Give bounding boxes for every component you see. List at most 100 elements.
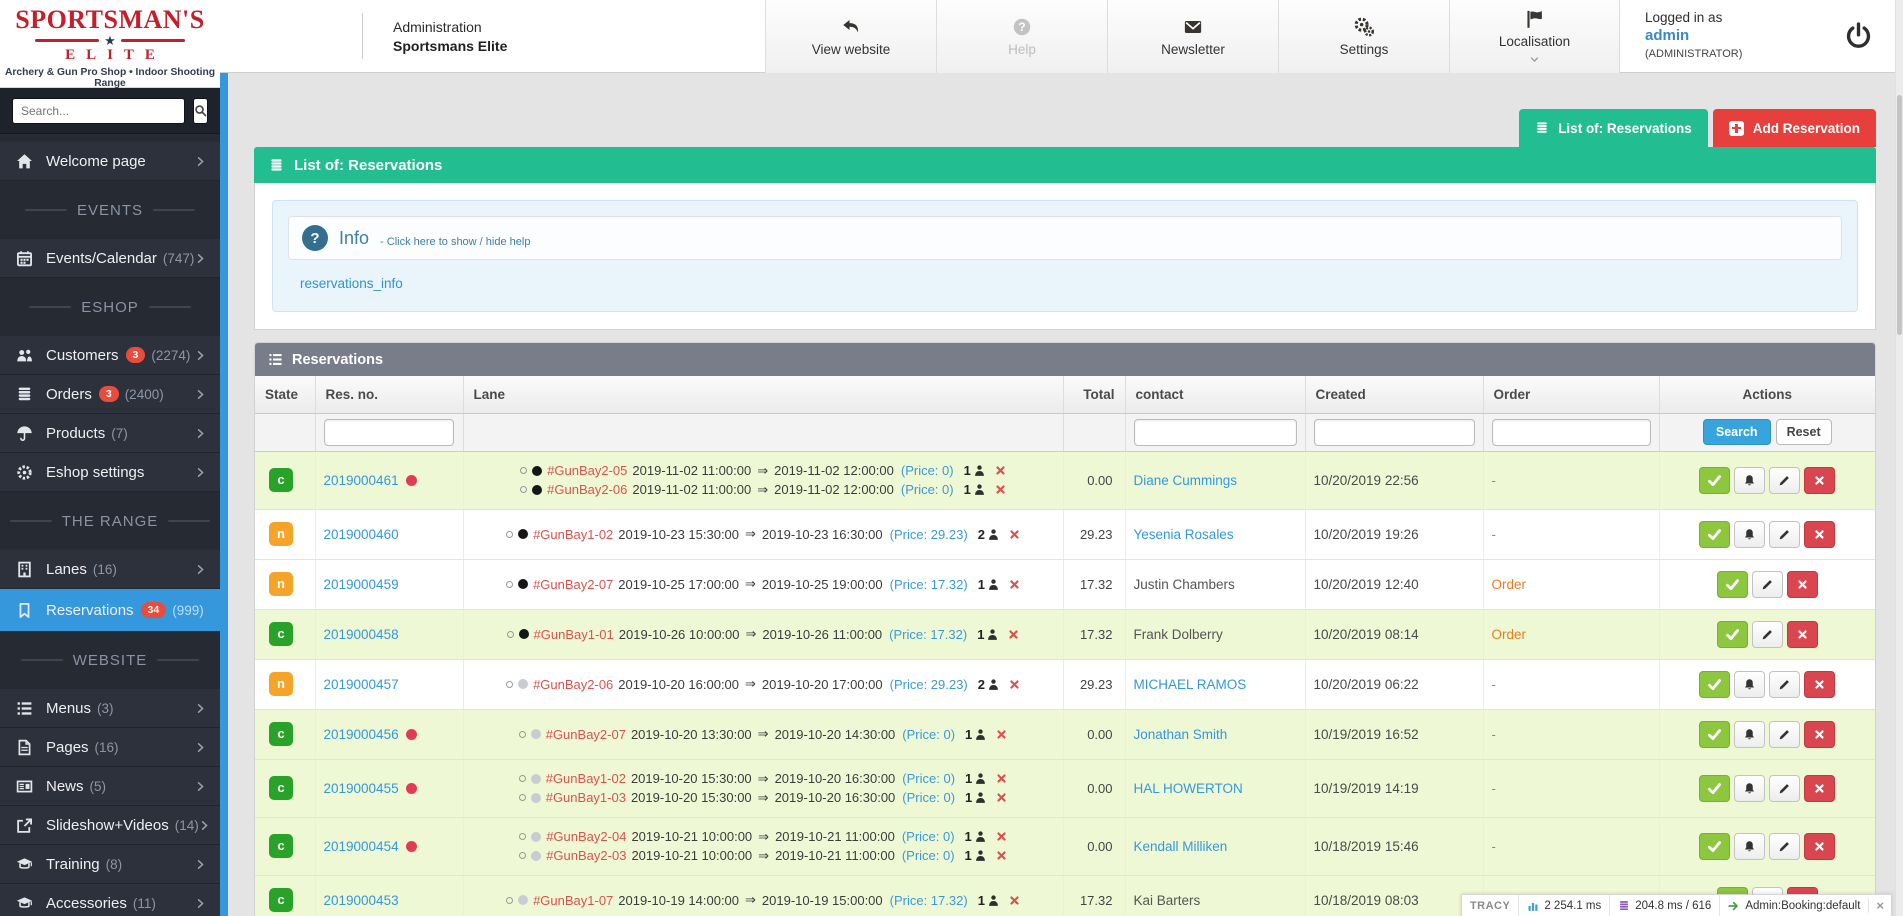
notify-button[interactable]	[1734, 832, 1766, 860]
lane-link[interactable]: #GunBay2-04	[546, 829, 626, 844]
sidebar-item-pages[interactable]: Pages (16)	[0, 728, 220, 767]
edit-button[interactable]	[1769, 720, 1801, 748]
price-link[interactable]: (Price: 29.23)	[890, 527, 968, 542]
approve-button[interactable]	[1699, 670, 1731, 698]
info-help-toggle[interactable]: ? Info - Click here to show / hide help	[288, 216, 1842, 260]
nav-view-website-button[interactable]: View website	[765, 0, 936, 73]
contact-link[interactable]: Jonathan Smith	[1134, 727, 1228, 742]
delete-button[interactable]	[1804, 774, 1836, 802]
filter-created-input[interactable]	[1313, 418, 1475, 446]
notify-button[interactable]	[1734, 774, 1766, 802]
reservation-link[interactable]: 2019000459	[324, 577, 399, 592]
reservation-link[interactable]: 2019000457	[324, 677, 399, 692]
remove-lane-icon[interactable]	[996, 850, 1007, 861]
sidebar-item-welcome-page[interactable]: Welcome page	[0, 142, 220, 181]
lane-link[interactable]: #GunBay1-03	[546, 790, 626, 805]
price-link[interactable]: (Price: 0)	[902, 727, 955, 742]
price-link[interactable]: (Price: 0)	[902, 790, 955, 805]
reservation-link[interactable]: 2019000458	[324, 627, 399, 642]
approve-button[interactable]	[1699, 774, 1731, 802]
remove-lane-icon[interactable]	[996, 792, 1007, 803]
delete-button[interactable]	[1786, 570, 1818, 598]
reservation-link[interactable]: 2019000453	[324, 893, 399, 908]
sidebar-search-button[interactable]	[193, 97, 208, 124]
lane-link[interactable]: #GunBay2-07	[546, 727, 626, 742]
remove-lane-icon[interactable]	[995, 465, 1006, 476]
nav-help-button[interactable]: Help	[936, 0, 1107, 73]
column-header-state[interactable]: State	[255, 376, 316, 414]
contact-link[interactable]: Yesenia Rosales	[1134, 527, 1234, 542]
sidebar-item-news[interactable]: News (5)	[0, 767, 220, 806]
edit-button[interactable]	[1769, 670, 1801, 698]
edit-button[interactable]	[1751, 570, 1783, 598]
delete-button[interactable]	[1804, 466, 1836, 494]
contact-link[interactable]: Diane Cummings	[1134, 473, 1238, 488]
edit-button[interactable]	[1751, 620, 1783, 648]
column-header-total[interactable]: Total	[1063, 376, 1126, 414]
delete-button[interactable]	[1804, 832, 1836, 860]
notify-button[interactable]	[1734, 466, 1766, 494]
price-link[interactable]: (Price: 0)	[902, 771, 955, 786]
approve-button[interactable]	[1716, 620, 1748, 648]
delete-button[interactable]	[1786, 620, 1818, 648]
approve-button[interactable]	[1716, 570, 1748, 598]
sidebar-item-eshop-settings[interactable]: Eshop settings	[0, 453, 220, 492]
remove-lane-icon[interactable]	[1009, 679, 1020, 690]
remove-lane-icon[interactable]	[1008, 629, 1019, 640]
remove-lane-icon[interactable]	[996, 831, 1007, 842]
price-link[interactable]: (Price: 0)	[901, 482, 954, 497]
price-link[interactable]: (Price: 17.32)	[890, 893, 968, 908]
edit-button[interactable]	[1769, 774, 1801, 802]
lane-link[interactable]: #GunBay2-06	[533, 677, 613, 692]
notify-button[interactable]	[1734, 520, 1766, 548]
nav-settings-button[interactable]: Settings	[1278, 0, 1449, 73]
remove-lane-icon[interactable]	[1009, 529, 1020, 540]
sidebar-item-events-calendar[interactable]: Events/Calendar (747)	[0, 239, 220, 278]
column-header-actions[interactable]: Actions	[1659, 376, 1875, 414]
sidebar-item-menus[interactable]: Menus (3)	[0, 689, 220, 728]
sidebar-item-training[interactable]: Training (8)	[0, 845, 220, 884]
lane-link[interactable]: #GunBay2-05	[547, 463, 627, 478]
sidebar-item-slideshow-videos[interactable]: Slideshow+Videos (14)	[0, 806, 220, 845]
lane-link[interactable]: #GunBay1-01	[534, 627, 614, 642]
scrollbar-thumb[interactable]	[1897, 95, 1902, 335]
approve-button[interactable]	[1699, 720, 1731, 748]
add-reservation-button[interactable]: Add Reservation	[1712, 109, 1876, 147]
remove-lane-icon[interactable]	[1009, 895, 1020, 906]
filter-contact-input[interactable]	[1133, 418, 1297, 446]
filter-order-input[interactable]	[1491, 418, 1651, 446]
sidebar-item-products[interactable]: Products (7)	[0, 414, 220, 453]
reservation-link[interactable]: 2019000455	[324, 781, 399, 796]
sidebar-item-customers[interactable]: Customers 3 (2274)	[0, 336, 220, 375]
column-header-created[interactable]: Created	[1305, 376, 1484, 414]
notify-button[interactable]	[1734, 720, 1766, 748]
sidebar-item-lanes[interactable]: Lanes (16)	[0, 550, 220, 589]
price-link[interactable]: (Price: 0)	[902, 829, 955, 844]
price-link[interactable]: (Price: 17.32)	[889, 627, 967, 642]
lane-link[interactable]: #GunBay1-07	[533, 893, 613, 908]
lane-link[interactable]: #GunBay1-02	[546, 771, 626, 786]
tab-list-of-reservations[interactable]: List of: Reservations	[1519, 109, 1708, 147]
price-link[interactable]: (Price: 17.32)	[890, 577, 968, 592]
logout-button[interactable]	[1845, 22, 1875, 52]
order-link[interactable]: Order	[1492, 577, 1527, 592]
sidebar-item-accessories[interactable]: Accessories (11)	[0, 884, 220, 916]
price-link[interactable]: (Price: 0)	[902, 848, 955, 863]
delete-button[interactable]	[1804, 520, 1836, 548]
delete-button[interactable]	[1804, 720, 1836, 748]
remove-lane-icon[interactable]	[996, 729, 1007, 740]
column-header-res-no[interactable]: Res. no.	[315, 376, 464, 414]
column-header-contact[interactable]: contact	[1125, 376, 1306, 414]
reservation-link[interactable]: 2019000454	[324, 839, 399, 854]
nav-localisation-button[interactable]: Localisation	[1449, 0, 1620, 73]
tracy-route[interactable]: Admin:Booking:default	[1719, 895, 1868, 916]
filter-res-no-input[interactable]	[323, 418, 454, 446]
contact-link[interactable]: MICHAEL RAMOS	[1134, 677, 1247, 692]
approve-button[interactable]	[1699, 466, 1731, 494]
contact-link[interactable]: Kendall Milliken	[1134, 839, 1228, 854]
column-header-order[interactable]: Order	[1483, 376, 1660, 414]
search-button[interactable]: Search	[1702, 419, 1771, 445]
vertical-scrollbar[interactable]	[1895, 0, 1903, 916]
reset-button[interactable]: Reset	[1775, 419, 1832, 445]
price-link[interactable]: (Price: 0)	[901, 463, 954, 478]
